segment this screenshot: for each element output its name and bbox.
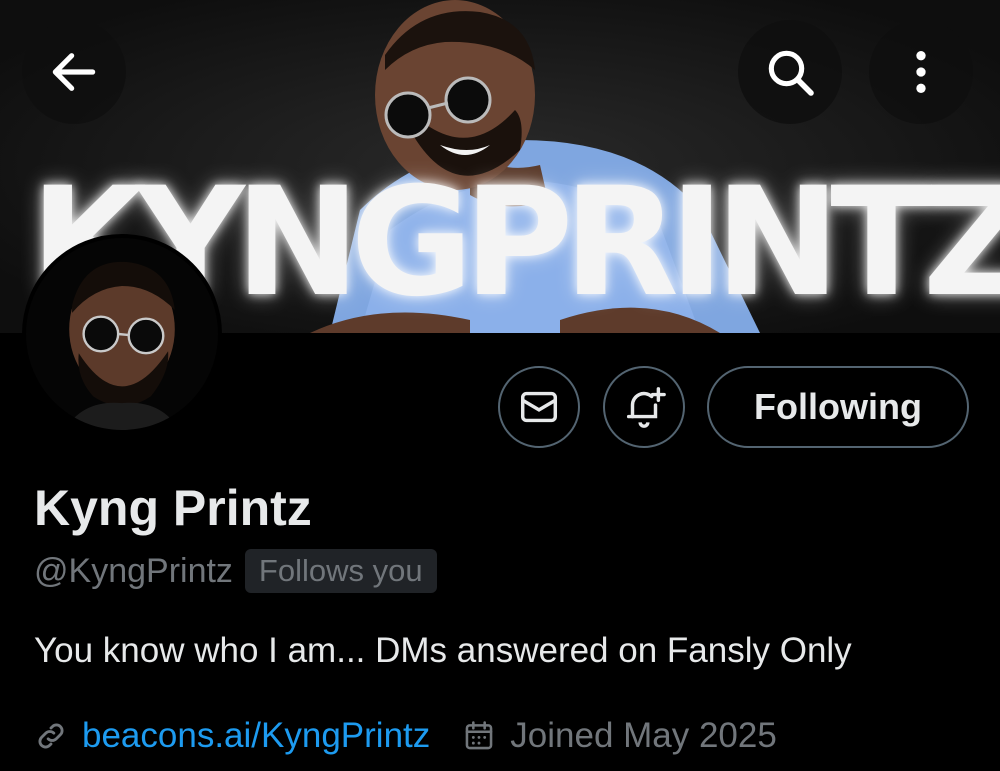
bio: You know who I am... DMs answered on Fan…: [34, 631, 852, 670]
calendar-icon: [462, 719, 496, 753]
profile-meta: beacons.ai/KyngPrintz Joined May 2025: [34, 710, 777, 762]
search-button[interactable]: [738, 20, 842, 124]
notifications-button[interactable]: [603, 366, 685, 448]
user-handle: @KyngPrintz: [34, 551, 233, 590]
message-button[interactable]: [498, 366, 580, 448]
handle-row: @KyngPrintz Follows you: [34, 548, 437, 594]
avatar[interactable]: [22, 234, 222, 434]
envelope-icon: [520, 391, 558, 423]
following-button[interactable]: Following: [707, 366, 969, 448]
display-name: Kyng Printz: [34, 480, 312, 536]
search-icon: [768, 50, 814, 96]
more-options-button[interactable]: [869, 20, 973, 124]
joined-date: Joined May 2025: [510, 716, 777, 755]
bell-plus-icon: [626, 387, 666, 428]
more-vertical-icon: [916, 51, 926, 93]
back-button[interactable]: [22, 20, 126, 124]
profile-link[interactable]: beacons.ai/KyngPrintz: [82, 716, 430, 756]
follows-you-badge: Follows you: [244, 549, 437, 593]
arrow-left-icon: [52, 53, 96, 91]
avatar-photo: [26, 238, 218, 430]
link-icon: [34, 719, 68, 753]
